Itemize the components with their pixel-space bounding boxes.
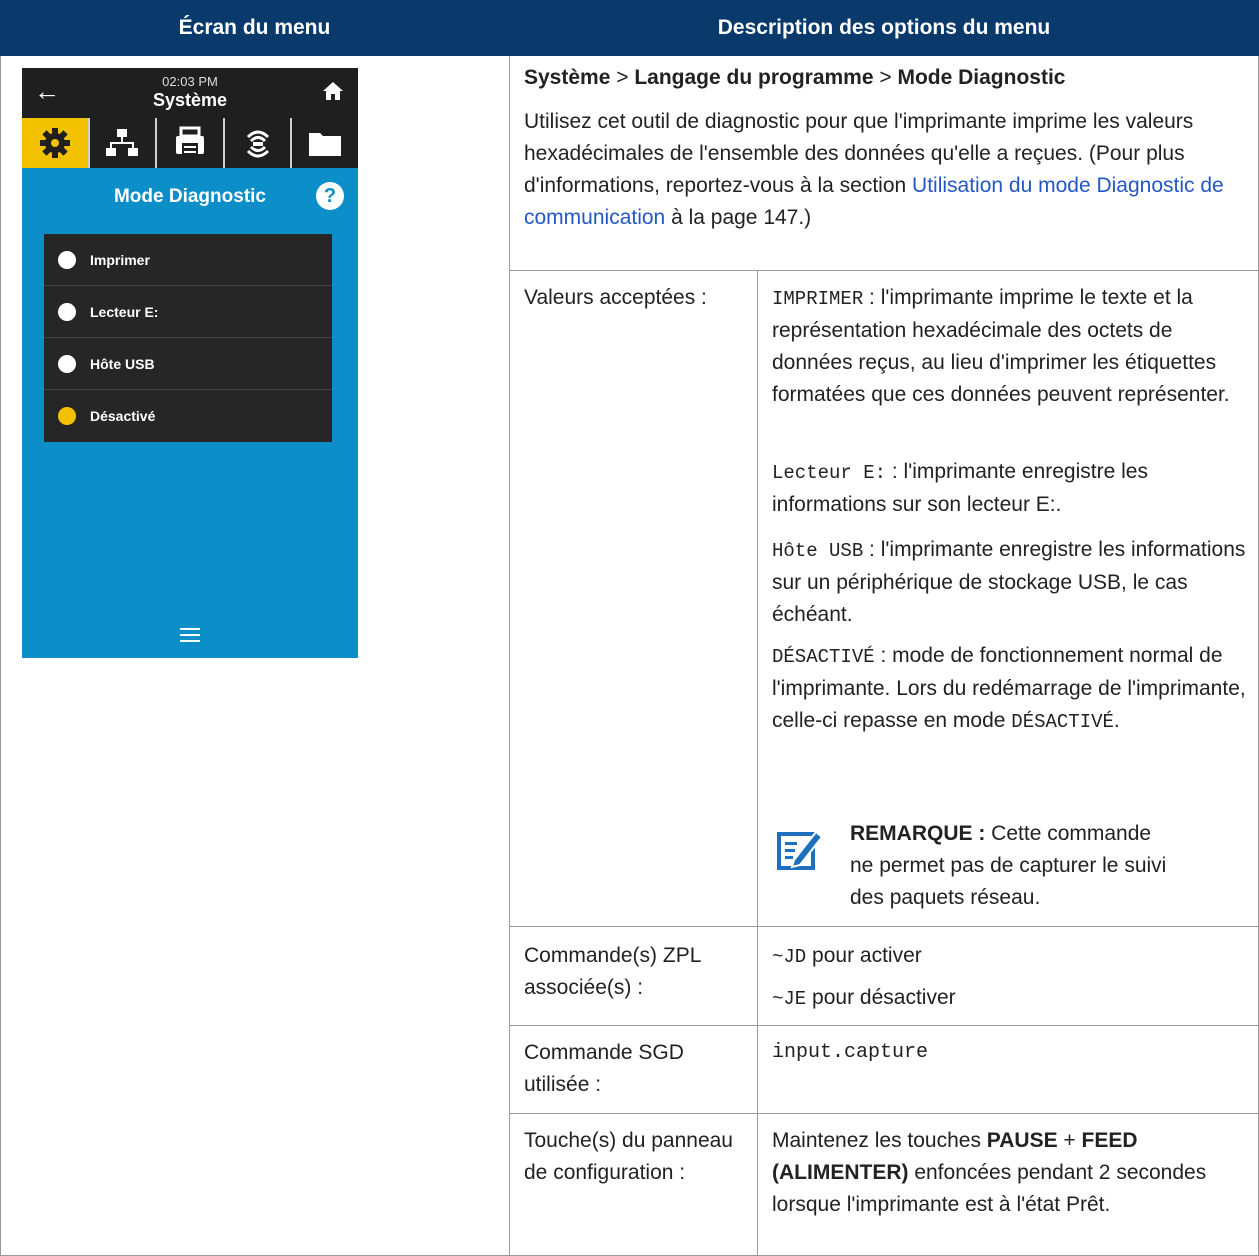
tab-network[interactable] <box>87 118 156 168</box>
tab-settings[interactable] <box>22 118 88 168</box>
breadcrumb-separator: > <box>873 66 898 89</box>
wireless-connection-icon <box>246 130 269 158</box>
option-label: Désactivé <box>90 408 156 424</box>
code-usb: Hôte USB <box>772 540 864 562</box>
option-list: Imprimer Lecteur E: Hôte USB Désactivé <box>44 234 332 442</box>
home-icon[interactable] <box>322 80 344 102</box>
radio-icon <box>58 250 76 269</box>
zpl-cmd-enable: ~JD <box>772 946 807 968</box>
sgd-command: input.capture <box>772 1041 929 1064</box>
value-desactive: DÉSACTIVÉ : mode de fonctionnement norma… <box>772 640 1248 738</box>
intro-paragraph: Utilisez cet outil de diagnostic pour qu… <box>524 106 1246 234</box>
breadcrumb-diagnostic: Mode Diagnostic <box>897 66 1066 89</box>
header-menu-screen: Écran du menu <box>0 0 509 56</box>
code-desactive-2: DÉSACTIVÉ <box>1011 711 1114 733</box>
value-lecteur: Lecteur E: : l'imprimante enregistre les… <box>772 456 1248 521</box>
note-pencil-icon <box>777 830 824 870</box>
code-desactive: DÉSACTIVÉ <box>772 646 875 668</box>
option-hote-usb[interactable]: Hôte USB <box>44 338 332 390</box>
tab-print[interactable] <box>155 118 223 168</box>
key-pause: PAUSE <box>986 1129 1058 1152</box>
row-label-keys: Touche(s) du panneau de configuration : <box>524 1129 733 1184</box>
zpl-disable-text: pour désactiver <box>806 986 956 1009</box>
code-lecteur: Lecteur E: <box>772 462 887 484</box>
tab-storage[interactable] <box>290 118 358 168</box>
row-label-zpl: Commande(s) ZPL associée(s) : <box>524 944 701 999</box>
breadcrumb-language: Langage du programme <box>634 66 874 89</box>
printer-touch-screen: ← 02:03 PM Système Mode Diagnostic ? Imp… <box>22 68 358 658</box>
option-label: Imprimer <box>90 251 150 268</box>
breadcrumb: Système > Langage du programme > Mode Di… <box>524 62 1244 94</box>
screen-top-bar: ← 02:03 PM Système <box>22 68 358 118</box>
breadcrumb-system: Système <box>524 66 611 89</box>
hamburger-menu-icon[interactable] <box>180 628 200 642</box>
table-border-left <box>0 56 1 1256</box>
breadcrumb-separator: > <box>610 66 635 89</box>
header-menu-description: Description des options du menu <box>509 0 1259 56</box>
zpl-enable-text: pour activer <box>806 944 922 967</box>
radio-icon <box>58 354 76 373</box>
option-desactive[interactable]: Désactivé <box>44 390 332 442</box>
screen-subtitle: Mode Diagnostic <box>113 186 266 207</box>
zpl-enable: ~JD pour activer <box>772 940 1248 973</box>
column-divider <box>509 56 510 1256</box>
row-divider-sgd <box>509 1113 1259 1114</box>
screen-time: 02:03 PM <box>162 74 218 89</box>
value-imprimer: IMPRIMER : l'imprimante imprime le texte… <box>772 282 1248 411</box>
folder-icon <box>309 133 342 156</box>
row-divider-accepted <box>509 926 1259 927</box>
radio-icon <box>58 302 76 321</box>
row-divider-intro <box>509 270 1259 271</box>
value-usb: Hôte USB : l'imprimante enregistre les i… <box>772 534 1248 631</box>
option-imprimer[interactable]: Imprimer <box>44 234 332 286</box>
network-icon <box>106 129 139 156</box>
desc-desactive-end: . <box>1113 709 1120 732</box>
row-label-accepted-values: Valeurs acceptées : <box>524 286 707 309</box>
keys-description: Maintenez les touches PAUSE + FEED (ALIM… <box>772 1125 1242 1221</box>
intro-text-end: à la page 147.) <box>665 206 812 229</box>
screen-tab-bar <box>22 118 358 168</box>
zpl-disable: ~JE pour désactiver <box>772 982 1248 1015</box>
option-label: Lecteur E: <box>90 303 159 320</box>
radio-selected-icon <box>58 407 76 425</box>
menu-doc-table: Écran du menu Description des options du… <box>0 0 1259 1256</box>
zpl-cmd-disable: ~JE <box>772 988 807 1010</box>
code-imprimer: IMPRIMER <box>772 288 864 310</box>
option-label: Hôte USB <box>90 355 155 372</box>
subcolumn-divider <box>757 270 758 1256</box>
row-divider-zpl <box>509 1025 1259 1026</box>
tab-connection[interactable] <box>222 118 291 168</box>
keys-text: Maintenez les touches <box>772 1129 987 1152</box>
keys-plus: + <box>1057 1129 1082 1152</box>
option-lecteur-e[interactable]: Lecteur E: <box>44 286 332 338</box>
screen-title: Système <box>152 90 228 110</box>
note-label: REMARQUE : <box>850 822 986 845</box>
row-label-sgd: Commande SGD utilisée : <box>524 1041 684 1096</box>
help-icon[interactable]: ? <box>316 182 344 210</box>
gear-icon <box>39 128 70 158</box>
note-block: REMARQUE : Cette commande ne permet pas … <box>850 818 1180 914</box>
printer-icon <box>175 126 204 157</box>
